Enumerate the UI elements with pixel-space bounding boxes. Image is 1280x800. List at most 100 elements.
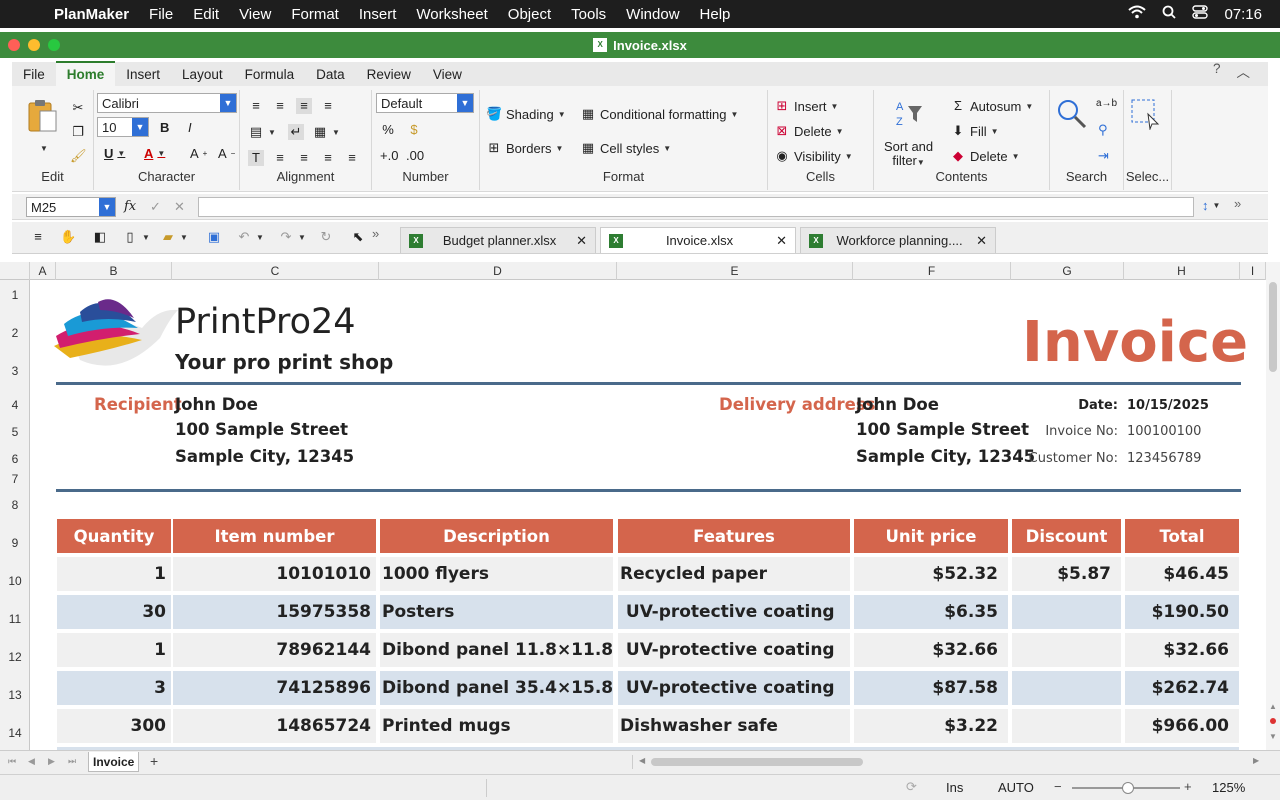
menu-window[interactable]: Window: [616, 6, 689, 23]
control-center-icon[interactable]: [1192, 5, 1209, 23]
close-window-button[interactable]: [8, 39, 20, 51]
next-sheet-icon[interactable]: ▶: [48, 756, 55, 767]
cell-total[interactable]: $966.00: [1125, 709, 1239, 743]
decrease-decimals-icon[interactable]: .00: [406, 148, 424, 164]
conditional-formatting-button[interactable]: ▦ Conditional formatting ▼: [580, 106, 739, 122]
cell-reference-box[interactable]: M25 ▼: [26, 197, 116, 217]
cell-item-number[interactable]: 10101010: [173, 557, 376, 591]
menu-object[interactable]: Object: [498, 6, 561, 23]
delete-contents-button[interactable]: ◆ Delete ▼: [950, 148, 1020, 164]
number-format-select[interactable]: Default ▼: [376, 93, 474, 113]
cell-quantity[interactable]: 3: [57, 671, 171, 705]
font-name-select[interactable]: Calibri ▼: [97, 93, 237, 113]
row-header[interactable]: 14: [0, 726, 30, 740]
redo-icon[interactable]: ↷ ▼: [278, 229, 306, 245]
row-header[interactable]: 10: [0, 574, 30, 588]
formula-input[interactable]: [198, 197, 1194, 217]
column-header-e[interactable]: E: [617, 262, 853, 280]
cell-features[interactable]: Dishwasher safe: [618, 709, 850, 743]
zoom-in-icon[interactable]: +: [1184, 779, 1192, 794]
select-icon[interactable]: [1130, 98, 1162, 130]
menu-edit[interactable]: Edit: [183, 6, 229, 23]
last-sheet-icon[interactable]: ⏭: [68, 756, 76, 767]
insert-cells-button[interactable]: ⊞ Insert ▼: [774, 98, 839, 114]
shrink-font-icon[interactable]: A −: [218, 146, 235, 161]
sort-icon[interactable]: AZ: [894, 98, 924, 128]
scroll-left-icon[interactable]: ◀: [639, 756, 645, 765]
cell-features[interactable]: UV-protective coating: [618, 671, 850, 705]
row-header[interactable]: 13: [0, 688, 30, 702]
cell-item-number[interactable]: 14865724: [173, 709, 376, 743]
cell-styles-button[interactable]: ▦ Cell styles ▼: [580, 140, 671, 156]
find-small-icon[interactable]: ⚲: [1098, 122, 1108, 138]
worksheet-grid[interactable]: PrintPro24 Your pro print shop Invoice R…: [30, 280, 1266, 750]
cell-features[interactable]: UV-protective coating: [618, 633, 850, 667]
zoom-level[interactable]: 125%: [1212, 780, 1245, 795]
tab-view[interactable]: View: [422, 63, 473, 86]
first-sheet-icon[interactable]: ⏮: [8, 756, 16, 767]
cell-description[interactable]: Dibond panel 35.4×15.8 in: [380, 671, 613, 705]
replace-icon[interactable]: a→b: [1096, 98, 1117, 109]
column-header-f[interactable]: F: [853, 262, 1011, 280]
doc-tab-budget[interactable]: X Budget planner.xlsx ✕: [400, 227, 596, 253]
expand-formula-icon[interactable]: ↕ ▼: [1202, 198, 1220, 213]
row-header[interactable]: 3: [0, 364, 30, 378]
cell-description[interactable]: Printed mugs: [380, 709, 613, 743]
format-painter-icon[interactable]: 🖌: [70, 148, 87, 164]
sheet-tab-invoice[interactable]: Invoice: [88, 752, 140, 772]
cell-discount[interactable]: [1012, 595, 1121, 629]
cell-discount[interactable]: $5.87: [1012, 557, 1121, 591]
cancel-icon[interactable]: ✕: [174, 199, 185, 215]
align-left-icon[interactable]: ≡: [272, 150, 288, 166]
row-header[interactable]: 8: [0, 498, 30, 512]
calc-mode-indicator[interactable]: AUTO: [998, 780, 1034, 795]
cell-discount[interactable]: [1012, 671, 1121, 705]
more-tools-icon[interactable]: »: [372, 226, 379, 241]
save-icon[interactable]: ▣: [206, 229, 222, 245]
menu-app[interactable]: PlanMaker: [54, 6, 139, 23]
sidebar-toggle-icon[interactable]: ◧: [92, 229, 108, 245]
pointer-icon[interactable]: ⬉: [350, 229, 366, 245]
prev-sheet-icon[interactable]: ◀: [28, 756, 35, 767]
cell-description[interactable]: 1000 flyers: [380, 557, 613, 591]
repeat-icon[interactable]: ↻: [318, 229, 334, 245]
open-folder-icon[interactable]: ▰ ▼: [160, 229, 188, 245]
close-tab-icon[interactable]: ✕: [776, 233, 787, 249]
borders-inner-icon[interactable]: ▤ ▼: [248, 124, 276, 140]
column-header-h[interactable]: H: [1124, 262, 1240, 280]
tab-review[interactable]: Review: [356, 63, 422, 86]
horizontal-scrollbar[interactable]: ◀ ▶: [632, 755, 1264, 769]
cell-unit-price[interactable]: $6.35: [854, 595, 1008, 629]
tab-data[interactable]: Data: [305, 63, 356, 86]
text-direction-icon[interactable]: T: [248, 150, 264, 166]
align-right-icon[interactable]: ≡: [320, 150, 336, 166]
more-icon[interactable]: »: [1234, 196, 1241, 211]
visibility-button[interactable]: ◉ Visibility ▼: [774, 148, 852, 164]
bold-button[interactable]: B: [160, 120, 169, 135]
row-header[interactable]: 11: [0, 612, 30, 626]
add-sheet-icon[interactable]: +: [150, 753, 158, 769]
scroll-position-dot[interactable]: [1270, 718, 1276, 724]
cell-quantity[interactable]: 1: [57, 633, 171, 667]
row-header[interactable]: 6: [0, 452, 30, 466]
cell-total[interactable]: $46.45: [1125, 557, 1239, 591]
font-color-button[interactable]: A ▼: [144, 146, 165, 161]
cell-quantity[interactable]: 1: [57, 557, 171, 591]
menu-insert[interactable]: Insert: [349, 6, 407, 23]
column-header-b[interactable]: B: [56, 262, 172, 280]
menu-format[interactable]: Format: [281, 6, 349, 23]
zoom-slider-thumb[interactable]: [1122, 782, 1134, 794]
menu-file[interactable]: File: [139, 6, 183, 23]
percent-icon[interactable]: %: [380, 122, 396, 138]
recalc-icon[interactable]: ⟳: [906, 779, 917, 795]
column-header-g[interactable]: G: [1011, 262, 1124, 280]
tab-insert[interactable]: Insert: [115, 63, 171, 86]
cell-quantity[interactable]: 30: [57, 595, 171, 629]
scroll-down-icon[interactable]: ▼: [1269, 732, 1277, 741]
vertical-scroll-thumb[interactable]: [1269, 282, 1277, 372]
underline-button[interactable]: U ▼: [104, 146, 125, 161]
cell-item-number[interactable]: 74125896: [173, 671, 376, 705]
shading-button[interactable]: 🪣 Shading ▼: [486, 106, 566, 122]
font-size-select[interactable]: 10 ▼: [97, 117, 149, 137]
close-tab-icon[interactable]: ✕: [976, 233, 987, 249]
